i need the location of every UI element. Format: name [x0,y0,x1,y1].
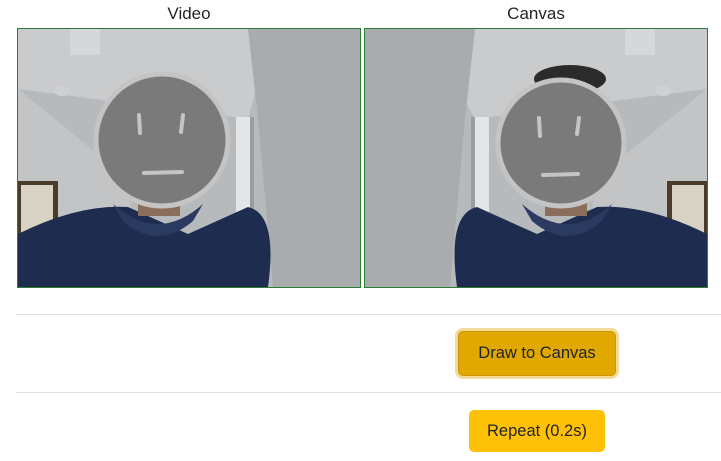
face-overlay-video [93,71,231,209]
draw-to-canvas-button[interactable]: Draw to Canvas [458,331,616,376]
repeat-button[interactable]: Repeat (0.2s) [469,410,605,452]
webcam-frame-video [18,29,360,287]
canvas-header: Canvas [507,4,565,23]
canvas-output [364,28,708,288]
page: Video Canvas Draw to Canvas Repeat (0.2s… [0,0,721,461]
divider [16,314,721,315]
divider [16,392,721,393]
webcam-frame-canvas [365,29,707,287]
face-overlay-canvas [495,77,627,209]
video-feed [17,28,361,288]
video-header: Video [167,4,211,23]
